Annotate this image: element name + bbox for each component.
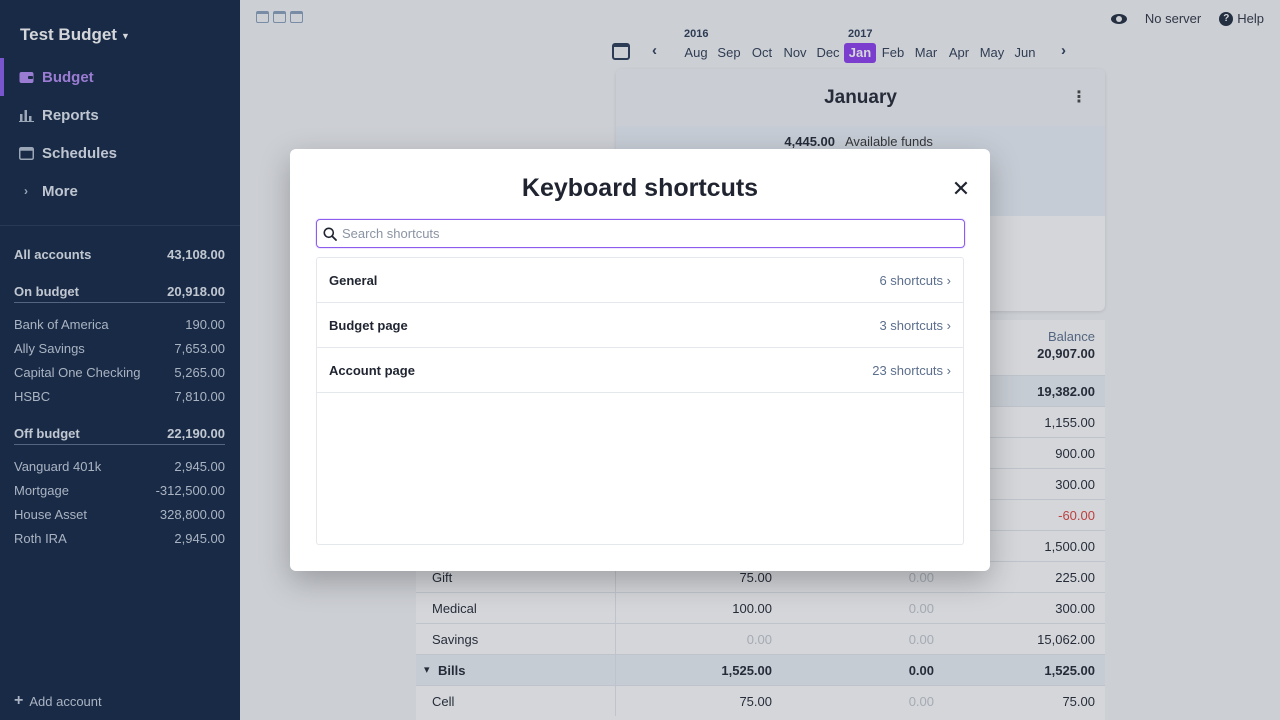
category-count: 6 shortcuts › — [879, 272, 951, 288]
category-label: Account page — [329, 362, 415, 378]
category-count: 23 shortcuts › — [872, 362, 951, 378]
category-count: 3 shortcuts › — [879, 317, 951, 333]
shortcut-category-budget-page[interactable]: Budget page 3 shortcuts › — [317, 303, 963, 348]
keyboard-shortcuts-modal: Keyboard shortcuts ✕ General 6 shortcuts… — [290, 149, 990, 571]
close-icon[interactable]: ✕ — [950, 178, 972, 200]
shortcut-category-general[interactable]: General 6 shortcuts › — [317, 258, 963, 303]
search-field[interactable] — [316, 219, 965, 248]
shortcut-category-account-page[interactable]: Account page 23 shortcuts › — [317, 348, 963, 393]
search-input[interactable] — [342, 226, 964, 241]
shortcut-category-list: General 6 shortcuts › Budget page 3 shor… — [316, 257, 964, 545]
modal-title: Keyboard shortcuts — [521, 174, 759, 202]
search-icon — [323, 227, 337, 241]
category-label: Budget page — [329, 317, 408, 333]
category-label: General — [329, 272, 378, 288]
